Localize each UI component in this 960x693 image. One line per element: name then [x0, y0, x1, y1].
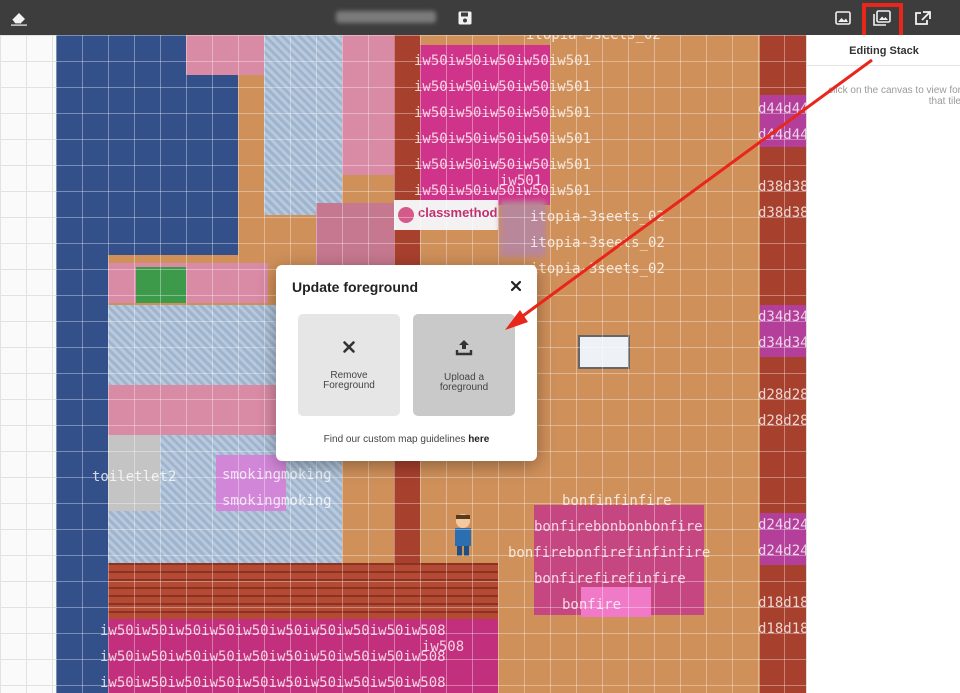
- green-mat: [136, 267, 186, 303]
- tile-label: itopia-3seets_02: [526, 35, 661, 43]
- close-icon[interactable]: [509, 279, 523, 293]
- pink-wall: [108, 385, 290, 435]
- tile-label: bonfirebonbonbonfire: [534, 519, 703, 535]
- guidelines-text: Find our custom map guidelines: [323, 434, 469, 445]
- tile-label: d34d34: [758, 309, 806, 325]
- pink-wall: [108, 263, 268, 303]
- guidelines-link[interactable]: here: [468, 434, 489, 445]
- tile-label: iw50iw50iw50iw50iw50iw50iw50iw50iw50iw50…: [100, 623, 446, 639]
- tile-label: iw501: [500, 173, 543, 189]
- tile-label: smokingmoking: [222, 467, 332, 483]
- editing-stack-hint: click on the canvas to view for that til…: [828, 85, 960, 107]
- tile-label: d24d24: [758, 517, 806, 533]
- pink-wall: [186, 35, 264, 75]
- image-icon[interactable]: [830, 5, 856, 31]
- foreground-button-highlight: [862, 3, 903, 39]
- map-title-blurred: [336, 11, 436, 23]
- tile-label: iw50iw50iw50iw50iw501: [414, 157, 592, 173]
- player-avatar[interactable]: [452, 513, 474, 557]
- guidelines-footer: Find our custom map guidelines here: [276, 434, 537, 445]
- tile-label: iw50iw50iw50iw50iw501: [414, 105, 592, 121]
- tile-label: iw50iw50iw50iw50iw501: [414, 131, 592, 147]
- tile-label: d18d18: [758, 621, 806, 637]
- tile-label: itopia-3seets_02: [530, 209, 665, 225]
- tile-label: d28d28: [758, 413, 806, 429]
- update-foreground-modal: Update foreground Remove Foreground Uplo…: [276, 265, 537, 461]
- tile-label: bonfinfinfire: [562, 493, 672, 509]
- tile-label: iw50iw50iw50iw50iw501: [414, 53, 592, 69]
- tile-label: smokingmoking: [222, 493, 332, 509]
- remove-foreground-button[interactable]: Remove Foreground: [298, 314, 400, 416]
- tile-label: bonfirebonfirefinfinfire: [508, 545, 711, 561]
- classmethod-logo-icon: [398, 207, 414, 223]
- editing-stack-title: Editing Stack: [849, 45, 919, 57]
- share-icon[interactable]: [909, 5, 935, 31]
- tile-label: d44d44: [758, 127, 806, 143]
- upload-foreground-button[interactable]: Upload a foreground: [413, 314, 515, 416]
- tile-label: iw508: [422, 639, 465, 655]
- tile-label: d28d28: [758, 387, 806, 403]
- corridor-floor: [264, 35, 342, 215]
- divider: [807, 65, 960, 66]
- upload-foreground-label: Upload a foreground: [439, 372, 489, 393]
- whiteboard: [578, 335, 630, 369]
- tile-label: d44d44: [758, 101, 806, 117]
- save-icon[interactable]: [452, 5, 478, 31]
- upload-icon: [455, 338, 473, 361]
- classmethod-logo-text: classmethod: [418, 205, 498, 220]
- tile-label: itopia-3seets_02: [530, 235, 665, 251]
- pink-wall: [316, 203, 394, 273]
- tile-label: d38d38: [758, 179, 806, 195]
- tile-label: itopia-3seets_02: [530, 261, 665, 277]
- tile-label: bonfirefirefinfire: [534, 571, 686, 587]
- remove-foreground-label: Remove Foreground: [323, 370, 375, 391]
- top-toolbar: [0, 0, 960, 39]
- editing-stack-panel: Editing Stack click on the canvas to vie…: [806, 35, 960, 693]
- remove-x-icon: [342, 340, 356, 359]
- tile-label: d24d24: [758, 543, 806, 559]
- tile-label: toiletlet2: [92, 469, 177, 485]
- tile-label: bonfire: [562, 597, 622, 613]
- modal-title: Update foreground: [292, 279, 418, 295]
- canvas-empty-area: [0, 35, 56, 693]
- eraser-icon[interactable]: [6, 5, 32, 31]
- tile-label: iw50iw50iw50iw50iw50iw50iw50iw50iw50iw50…: [100, 649, 446, 665]
- pink-wall: [342, 35, 394, 175]
- tile-label: d34d34: [758, 335, 806, 351]
- tile-label: iw50iw50iw50iw50iw50iw50iw50iw50iw50iw50…: [100, 675, 446, 691]
- tile-label: iw50iw50iw50iw50iw501: [414, 79, 592, 95]
- brick-wall-lower: [108, 563, 498, 619]
- tile-label: d38d38: [758, 205, 806, 221]
- tile-label: d18d18: [758, 595, 806, 611]
